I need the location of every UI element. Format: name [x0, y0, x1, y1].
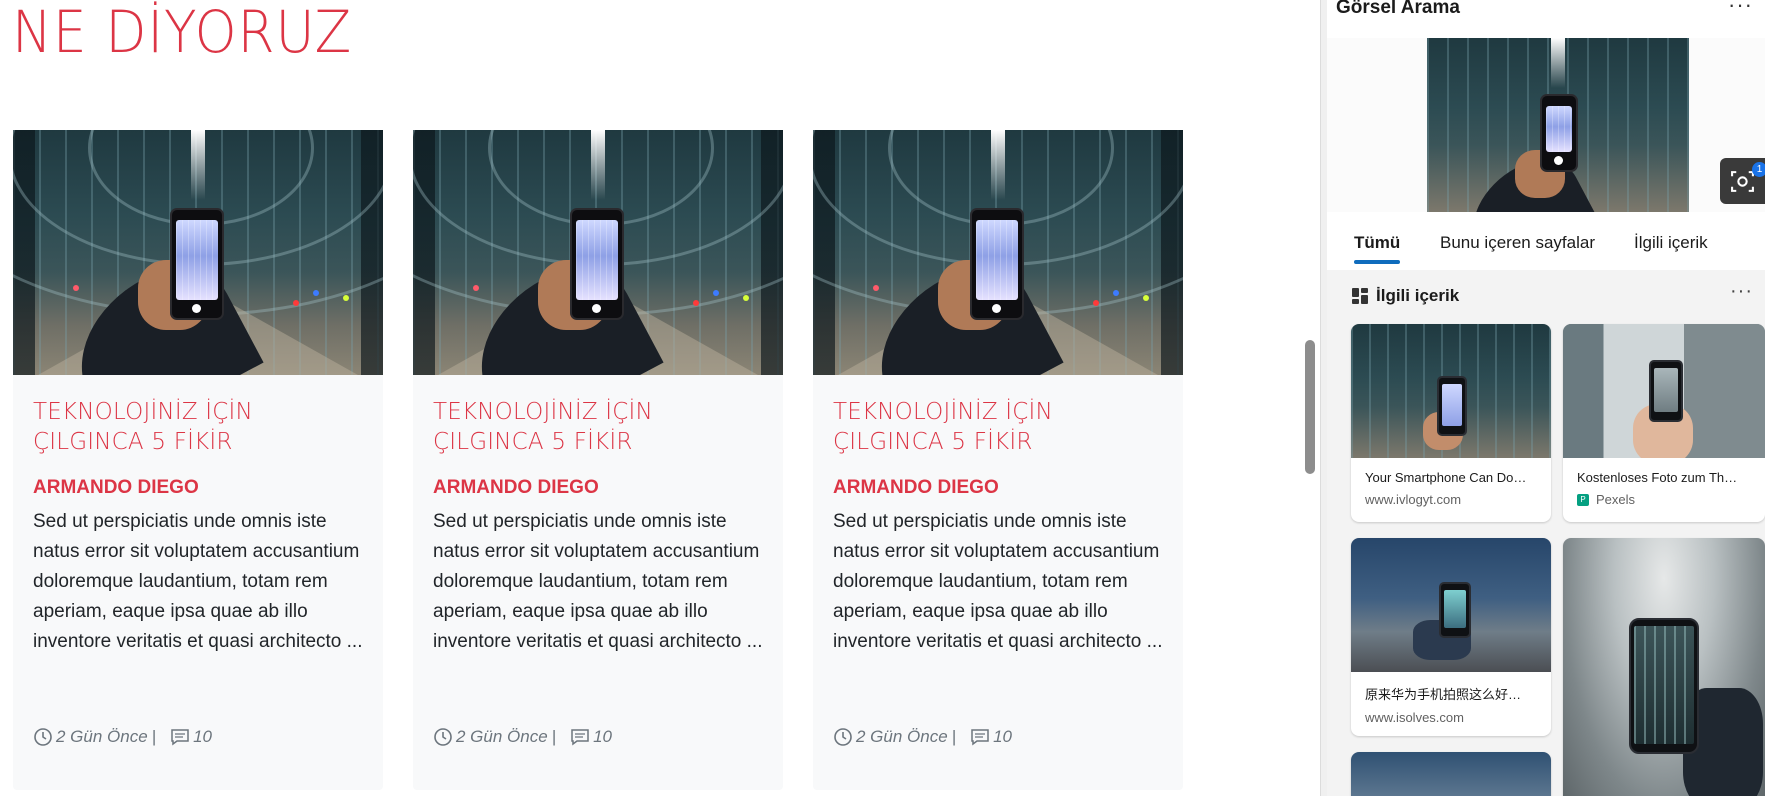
result-image[interactable]: [1563, 538, 1765, 796]
comment-icon: [571, 729, 589, 746]
result-image[interactable]: [1563, 324, 1765, 458]
post-image[interactable]: [413, 130, 783, 375]
post-comment-count[interactable]: 10: [593, 727, 612, 747]
post-meta: 2 Gün Önce | 10: [833, 727, 1012, 747]
post-meta: 2 Gün Önce | 10: [33, 727, 212, 747]
post-card[interactable]: TEKNOLOJİNİZ İÇİN ÇILGINCA 5 FİKİR ARMAN…: [413, 130, 783, 790]
post-excerpt: Sed ut perspiciatis unde omnis iste natu…: [433, 511, 763, 652]
post-comment-count[interactable]: 10: [193, 727, 212, 747]
section-header: İlgili içerik: [1351, 286, 1459, 306]
post-author: ARMANDO DIEGO: [433, 477, 599, 498]
result-card[interactable]: [1563, 538, 1765, 796]
post-author: ARMANDO DIEGO: [833, 477, 999, 498]
post-card[interactable]: TEKNOLOJİNİZ İÇİN ÇILGINCA 5 FİKİR ARMAN…: [13, 130, 383, 790]
result-card[interactable]: 原来华为手机拍照这么好… www.isolves.com: [1351, 538, 1551, 736]
result-source[interactable]: www.ivlogyt.com: [1365, 492, 1537, 507]
section-title: İlgili içerik: [1376, 286, 1460, 305]
comment-icon: [171, 729, 189, 746]
comment-icon: [971, 729, 989, 746]
panel-title: Görsel Arama: [1336, 0, 1460, 18]
clock-icon: [434, 728, 452, 746]
post-image[interactable]: [13, 130, 383, 375]
result-source[interactable]: P Pexels: [1577, 492, 1751, 507]
post-author: ARMANDO DIEGO: [33, 477, 199, 498]
meta-separator: |: [151, 727, 157, 746]
result-tabs: Tümü Bunu içeren sayfalar İlgili içerik: [1327, 212, 1765, 270]
results-area: İlgili içerik ··· Your Smartphone Can Do…: [1327, 270, 1765, 796]
visual-search-badge: 1: [1752, 162, 1765, 177]
pexels-icon: P: [1577, 493, 1589, 506]
search-image-preview: [1327, 38, 1765, 212]
post-excerpt: Sed ut perspiciatis unde omnis iste natu…: [833, 511, 1163, 652]
post-time: 2 Gün Önce: [56, 727, 148, 746]
post-image[interactable]: [813, 130, 1183, 375]
result-card[interactable]: Kostenloses Foto zum Th… P Pexels: [1563, 324, 1765, 522]
tab-related-content[interactable]: İlgili içerik: [1634, 233, 1708, 253]
result-image[interactable]: [1351, 324, 1551, 458]
result-source[interactable]: www.isolves.com: [1365, 710, 1537, 725]
clock-icon: [834, 728, 852, 746]
result-image[interactable]: [1351, 538, 1551, 672]
result-title[interactable]: Your Smartphone Can Do…: [1365, 470, 1537, 485]
post-card[interactable]: TEKNOLOJİNİZ İÇİN ÇILGINCA 5 FİKİR ARMAN…: [813, 130, 1183, 790]
grid-icon: [1352, 288, 1368, 304]
post-comment-count[interactable]: 10: [993, 727, 1012, 747]
post-meta: 2 Gün Önce | 10: [433, 727, 612, 747]
page-title: NE DİYORUZ: [12, 0, 353, 66]
post-title[interactable]: TEKNOLOJİNİZ İÇİN ÇILGINCA 5 FİKİR: [33, 397, 363, 457]
tab-all[interactable]: Tümü: [1354, 233, 1400, 253]
result-title[interactable]: 原来华为手机拍照这么好…: [1365, 684, 1537, 703]
post-excerpt: Sed ut perspiciatis unde omnis iste natu…: [33, 511, 363, 652]
visual-search-panel: Görsel Arama ··· Tümü Bunu içeren sayfal…: [1327, 0, 1765, 796]
meta-separator: |: [951, 727, 957, 746]
preview-image[interactable]: [1427, 38, 1689, 212]
post-time: 2 Gün Önce: [856, 727, 948, 746]
meta-separator: |: [551, 727, 557, 746]
post-title[interactable]: TEKNOLOJİNİZ İÇİN ÇILGINCA 5 FİKİR: [833, 397, 1163, 457]
section-more-button[interactable]: ···: [1730, 280, 1753, 303]
visual-search-icon: [1731, 171, 1754, 192]
clock-icon: [34, 728, 52, 746]
result-title[interactable]: Kostenloses Foto zum Th…: [1577, 470, 1751, 485]
post-time: 2 Gün Önce: [456, 727, 548, 746]
panel-more-button[interactable]: ···: [1728, 0, 1753, 18]
result-card[interactable]: [1351, 752, 1551, 796]
tab-pages-containing[interactable]: Bunu içeren sayfalar: [1440, 233, 1595, 253]
result-image[interactable]: [1351, 752, 1551, 796]
main-content: NE DİYORUZ TEKNOLOJİNİZ İÇİN ÇILGINCA 5 …: [0, 0, 1320, 796]
active-tab-indicator: [1354, 260, 1400, 264]
result-card[interactable]: Your Smartphone Can Do… www.ivlogyt.com: [1351, 324, 1551, 522]
post-title[interactable]: TEKNOLOJİNİZ İÇİN ÇILGINCA 5 FİKİR: [433, 397, 763, 457]
page-scrollbar-thumb[interactable]: [1305, 340, 1315, 474]
